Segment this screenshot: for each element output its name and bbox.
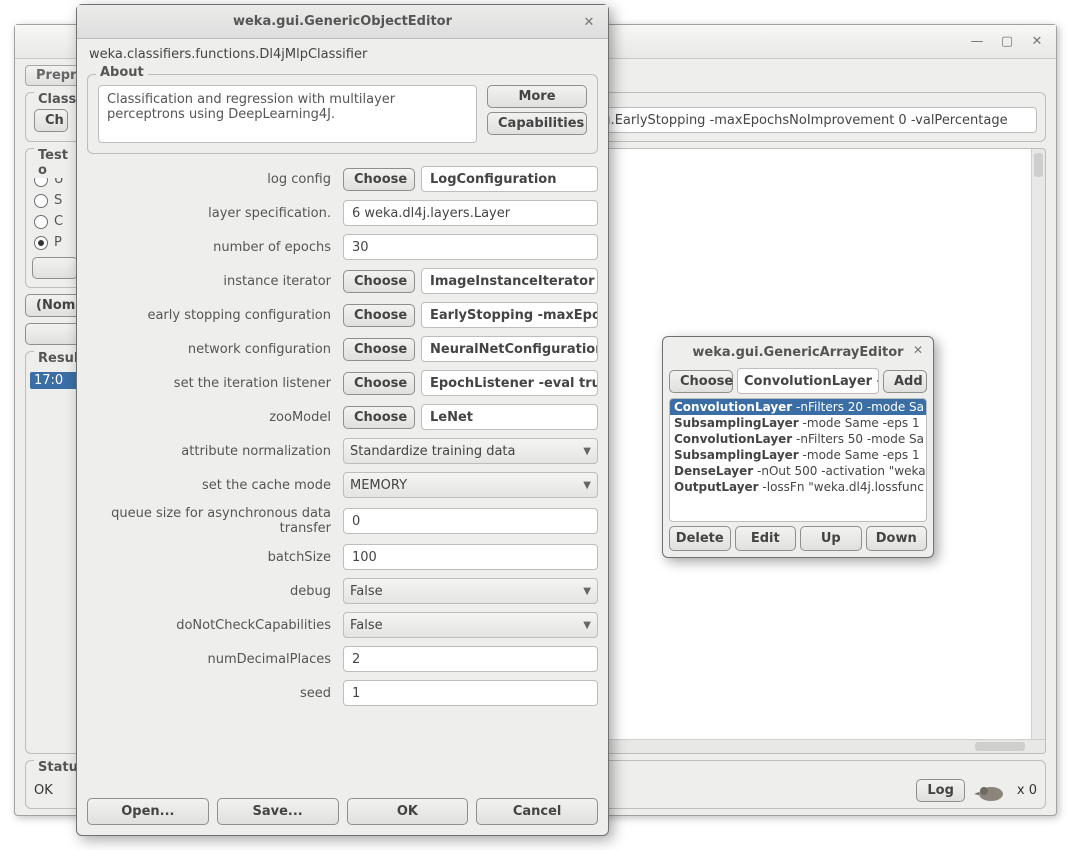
combo-debug[interactable]: False▼ — [343, 578, 598, 604]
gae-title: weka.gui.GenericArrayEditor — [692, 345, 903, 360]
goe-title: weka.gui.GenericObjectEditor — [233, 14, 452, 29]
label-batch-size: batchSize — [87, 550, 337, 565]
gae-down-button[interactable]: Down — [866, 526, 928, 551]
gae-list-item[interactable]: OutputLayer -lossFn "weka.dl4j.lossfunc — [670, 479, 926, 495]
goe-close-button[interactable]: ✕ — [580, 13, 598, 31]
label-seed: seed — [87, 686, 337, 701]
about-description: Classification and regression with multi… — [98, 85, 477, 143]
radio-supplied[interactable]: S — [32, 190, 78, 211]
weka-bird-icon — [973, 780, 1009, 802]
about-legend: About — [96, 65, 148, 80]
choose-network-config[interactable]: Choose — [343, 338, 415, 361]
close-button[interactable]: ✕ — [1024, 31, 1050, 53]
about-box: About Classification and regression with… — [87, 74, 598, 154]
label-instance-iterator: instance iterator — [87, 274, 337, 289]
label-cache-mode: set the cache mode — [87, 478, 337, 493]
capabilities-button[interactable]: Capabilities — [487, 112, 587, 135]
goe-titlebar[interactable]: weka.gui.GenericObjectEditor ✕ — [77, 5, 608, 39]
open-button[interactable]: Open... — [87, 798, 209, 825]
more-options-button[interactable] — [32, 257, 78, 279]
gae-list-item[interactable]: ConvolutionLayer -nFilters 20 -mode Sa — [670, 399, 926, 415]
input-batch-size[interactable] — [343, 544, 598, 570]
label-queue-size: queue size for asynchronous data transfe… — [87, 506, 337, 536]
value-layer-spec[interactable]: 6 weka.dl4j.layers.Layer — [343, 200, 598, 226]
chevron-down-icon: ▼ — [583, 480, 591, 491]
gae-list-item[interactable]: ConvolutionLayer -nFilters 50 -mode Sa — [670, 431, 926, 447]
radio-cross[interactable]: C — [32, 211, 78, 232]
classifier-command-text[interactable]: opping.EarlyStopping -maxEpochsNoImprove… — [557, 107, 1037, 133]
value-network-config[interactable]: NeuralNetConfiguration - — [421, 336, 598, 362]
choose-classifier-button[interactable]: Ch — [34, 109, 68, 132]
label-network-config: network configuration — [87, 342, 337, 357]
input-seed[interactable] — [343, 680, 598, 706]
minimize-button[interactable]: — — [964, 31, 990, 53]
gae-choose-button[interactable]: Choose — [669, 370, 733, 393]
value-zoo-model[interactable]: LeNet — [421, 404, 598, 430]
gae-layer-list[interactable]: ConvolutionLayer -nFilters 20 -mode SaSu… — [669, 398, 927, 522]
result-list-item[interactable]: 17:0 — [30, 372, 80, 389]
log-button[interactable]: Log — [916, 779, 965, 802]
class-path-link[interactable]: weka.classifiers.functions.Dl4jMlpClassi… — [87, 45, 598, 68]
label-log-config: log config — [87, 172, 337, 187]
tasks-count: x 0 — [1017, 783, 1037, 798]
label-attr-norm: attribute normalization — [87, 444, 337, 459]
choose-instance-iterator[interactable]: Choose — [343, 270, 415, 293]
label-layer-spec: layer specification. — [87, 206, 337, 221]
ok-button[interactable]: OK — [347, 798, 469, 825]
label-early-stopping: early stopping configuration — [87, 308, 337, 323]
label-num-decimal: numDecimalPlaces — [87, 652, 337, 667]
more-button[interactable]: More — [487, 85, 587, 108]
value-instance-iterator[interactable]: ImageInstanceIterator -he — [421, 268, 598, 294]
cancel-button[interactable]: Cancel — [476, 798, 598, 825]
chevron-down-icon: ▼ — [583, 620, 591, 631]
gae-close-button[interactable]: ✕ — [913, 343, 923, 357]
gae-list-item[interactable]: SubsamplingLayer -mode Same -eps 1 — [670, 415, 926, 431]
choose-zoo-model[interactable]: Choose — [343, 406, 415, 429]
choose-iteration-listener[interactable]: Choose — [343, 372, 415, 395]
label-iteration-listener: set the iteration listener — [87, 376, 337, 391]
status-text: OK — [34, 783, 53, 798]
generic-array-editor-window: weka.gui.GenericArrayEditor ✕ Choose Con… — [662, 336, 934, 558]
output-vscroll[interactable] — [1031, 149, 1045, 753]
value-log-config[interactable]: LogConfiguration — [421, 166, 598, 192]
label-num-epochs: number of epochs — [87, 240, 337, 255]
value-early-stopping[interactable]: EarlyStopping -maxEpochs — [421, 302, 598, 328]
choose-early-stopping[interactable]: Choose — [343, 304, 415, 327]
label-debug: debug — [87, 584, 337, 599]
gae-type-field[interactable]: ConvolutionLayer -n — [737, 368, 879, 394]
chevron-down-icon: ▼ — [583, 446, 591, 457]
label-zoo-model: zooModel — [87, 410, 337, 425]
label-dncc: doNotCheckCapabilities — [87, 618, 337, 633]
gae-up-button[interactable]: Up — [800, 526, 862, 551]
gae-titlebar[interactable]: weka.gui.GenericArrayEditor ✕ — [667, 341, 929, 366]
input-num-decimal[interactable] — [343, 646, 598, 672]
gae-add-button[interactable]: Add — [883, 370, 927, 393]
save-button[interactable]: Save... — [217, 798, 339, 825]
gae-edit-button[interactable]: Edit — [735, 526, 797, 551]
maximize-button[interactable]: ▢ — [994, 31, 1020, 53]
combo-cache-mode[interactable]: MEMORY▼ — [343, 472, 598, 498]
combo-dncc[interactable]: False▼ — [343, 612, 598, 638]
choose-log-config[interactable]: Choose — [343, 168, 415, 191]
input-queue-size[interactable] — [343, 508, 598, 534]
gae-delete-button[interactable]: Delete — [669, 526, 731, 551]
combo-attr-norm[interactable]: Standardize training data▼ — [343, 438, 598, 464]
property-sheet: log config Choose LogConfiguration layer… — [87, 166, 598, 706]
value-iteration-listener[interactable]: EpochListener -eval true -n — [421, 370, 598, 396]
radio-percent[interactable]: P — [32, 232, 78, 253]
generic-object-editor-window: weka.gui.GenericObjectEditor ✕ weka.clas… — [76, 4, 609, 836]
chevron-down-icon: ▼ — [583, 586, 591, 597]
gae-list-item[interactable]: SubsamplingLayer -mode Same -eps 1 — [670, 447, 926, 463]
input-num-epochs[interactable] — [343, 234, 598, 260]
gae-list-item[interactable]: DenseLayer -nOut 500 -activation "weka — [670, 463, 926, 479]
